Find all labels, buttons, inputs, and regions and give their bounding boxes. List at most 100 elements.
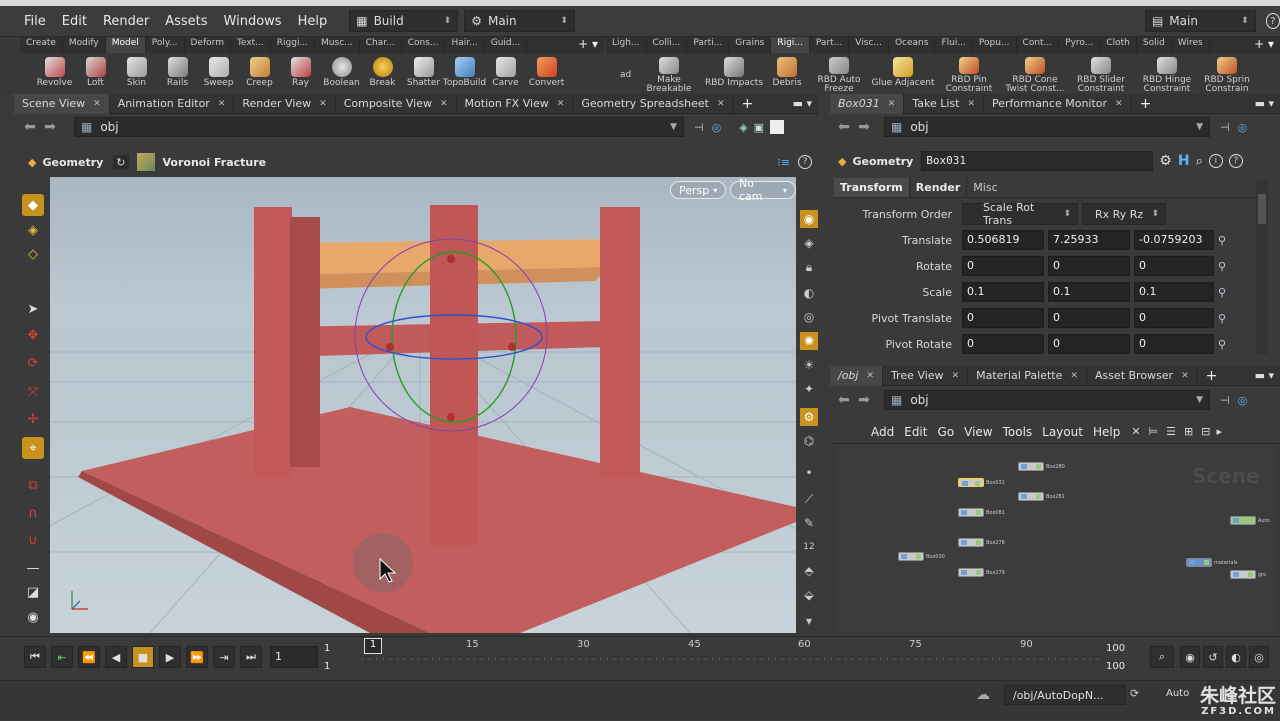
forward-arrow-icon[interactable]: ➡ (854, 119, 874, 135)
uv-icon[interactable]: ⬙ (800, 586, 818, 604)
network-editor[interactable]: Scene Box031 Box280 Box281 Box081 Box278… (836, 446, 1276, 632)
shelf-tab[interactable]: Create (20, 37, 63, 53)
subtab-misc[interactable]: Misc (966, 178, 1003, 197)
tree-icon[interactable]: ⊨ (1149, 425, 1159, 438)
handle-tool-icon[interactable]: ⌖ (22, 437, 44, 459)
pin-icon[interactable]: ⊣ (1220, 394, 1230, 407)
pivot-rotate-z-field[interactable]: 0 (1134, 334, 1214, 354)
node-box031[interactable]: Box031 (958, 478, 1005, 487)
shadow-icon[interactable]: ✦ (800, 380, 818, 398)
shelf-tab[interactable]: Pyro... (1059, 37, 1101, 53)
end-frame-secondary[interactable]: 100 (1106, 661, 1125, 672)
tab-performance-monitor[interactable]: Performance Monitor ✕ (984, 93, 1132, 114)
channel-icon[interactable]: ⚲ (1218, 312, 1226, 325)
shelf-tab[interactable]: Wires (1172, 37, 1210, 53)
global-anim-icon[interactable]: ◎ (1249, 646, 1269, 668)
channel-icon[interactable]: ⚲ (1218, 338, 1226, 351)
subtab-render[interactable]: Render (908, 178, 967, 197)
close-icon[interactable]: ✕ (717, 99, 725, 109)
pane-menu-icon[interactable]: ▬ ▾ (1249, 97, 1280, 110)
status-path-field[interactable]: /obj/AutoDopN... (1004, 685, 1126, 705)
scale-tool-icon[interactable]: ⤧ (22, 381, 44, 403)
rotate-x-field[interactable]: 0 (962, 256, 1044, 276)
shelf-tab[interactable]: Cont... (1017, 37, 1060, 53)
ghost-icon[interactable]: ◈ (800, 234, 818, 252)
pivot-translate-y-field[interactable]: 0 (1048, 308, 1130, 328)
shelf-tab[interactable]: Part... (810, 37, 850, 53)
shelf-tab[interactable]: Colli... (647, 37, 688, 53)
tab-scene-view[interactable]: Scene View ✕ (14, 93, 110, 114)
menu-help[interactable]: Help (290, 14, 336, 29)
pivot-rotate-x-field[interactable]: 0 (962, 334, 1044, 354)
back-arrow-icon[interactable]: ⬅ (834, 119, 854, 135)
channel-icon[interactable]: ⚲ (1218, 234, 1226, 247)
scale-z-field[interactable]: 0.1 (1134, 282, 1214, 302)
pane-menu-icon[interactable]: ▬ ▾ (1249, 369, 1280, 382)
menu-go[interactable]: Go (932, 425, 959, 439)
back-arrow-icon[interactable]: ⬅ (20, 119, 40, 135)
rotate-tool-icon[interactable]: ⟳ (22, 352, 44, 374)
close-icon[interactable]: ✕ (1070, 371, 1078, 381)
play-icon[interactable]: ▶ (159, 646, 181, 668)
close-icon[interactable]: ✕ (319, 99, 327, 109)
node-group[interactable]: gro (1230, 570, 1266, 579)
tab-box031[interactable]: Box031 ✕ (830, 93, 905, 114)
start-frame[interactable]: 1 (324, 643, 330, 654)
tab-asset-browser[interactable]: Asset Browser ✕ (1087, 365, 1198, 386)
key-search-icon[interactable]: ⌕ (1150, 646, 1174, 668)
hda-icon[interactable]: H (1178, 153, 1190, 169)
tool-rbd-impacts[interactable]: RBD Impacts (702, 54, 766, 94)
tab-obj[interactable]: /obj ✕ (830, 365, 884, 386)
node-box279[interactable]: Box279 (958, 568, 1005, 577)
menu-add[interactable]: Add (866, 425, 899, 439)
tab-geometry-spreadsheet[interactable]: Geometry Spreadsheet ✕ (573, 93, 734, 114)
tab-take-list[interactable]: Take List ✕ (904, 93, 985, 114)
timeline-track[interactable]: 1 15 30 45 60 75 90 (362, 638, 1100, 673)
menu-edit[interactable]: Edit (899, 425, 932, 439)
shelf-tab[interactable]: Poly... (146, 37, 185, 53)
shelf-tab[interactable]: Flui... (935, 37, 973, 53)
close-icon[interactable]: ✕ (440, 99, 448, 109)
close-icon[interactable]: ✕ (888, 99, 896, 109)
play-reverse-icon[interactable]: ◀ (105, 646, 127, 668)
scene-viewport[interactable]: Persp ▾ No cam ▾ (50, 177, 796, 633)
shelf-tab[interactable]: Char... (360, 37, 402, 53)
viewport-layout-icon[interactable] (770, 120, 785, 134)
tool-creep[interactable]: Creep (239, 54, 280, 94)
tab-render-view[interactable]: Render View ✕ (234, 93, 336, 114)
node-box081[interactable]: Box081 (958, 508, 1005, 517)
shelf-tab[interactable]: Oceans (889, 37, 936, 53)
transform-order-dropdown[interactable]: Scale Rot Trans ⬍ (962, 201, 1078, 227)
tab-tree-view[interactable]: Tree View ✕ (883, 365, 969, 386)
jump-start-icon[interactable]: ⏮ (24, 646, 46, 668)
tool-rails[interactable]: Rails (157, 54, 198, 94)
lock-icon[interactable]: 🔒︎ (800, 258, 818, 276)
tool-break[interactable]: Break (362, 54, 403, 94)
back-arrow-icon[interactable]: ⬅ (834, 392, 854, 408)
jump-end-icon[interactable]: ⏭ (240, 646, 262, 668)
search-icon[interactable]: ⌕ (1196, 154, 1203, 169)
normals-icon[interactable]: ⬘ (800, 562, 818, 580)
shelf-tab[interactable]: Text... (231, 37, 271, 53)
tool-glue-adjacent[interactable]: Glue Adjacent (870, 54, 936, 94)
pen-icon[interactable]: ✎ (800, 514, 818, 532)
add-shelf-icon[interactable]: + ▾ (572, 37, 604, 53)
pin-icon[interactable]: ⊣ (694, 121, 704, 134)
magnet-tool-icon[interactable]: ∩ (22, 502, 44, 524)
node-box278[interactable]: Box278 (958, 538, 1005, 547)
shelf-tab[interactable]: Visc... (849, 37, 889, 53)
forward-arrow-icon[interactable]: ➡ (854, 392, 874, 408)
shelf-tab[interactable]: Musc... (315, 37, 360, 53)
step-back-icon[interactable]: ⏪ (78, 646, 100, 668)
shelf-tab[interactable]: Parti... (687, 37, 730, 53)
menu-help[interactable]: Help (1088, 425, 1125, 439)
move-tool-icon[interactable]: ✥ (22, 324, 44, 346)
tab-composite-view[interactable]: Composite View ✕ (336, 93, 457, 114)
help-icon[interactable]: ? (1265, 13, 1280, 29)
tool-ray[interactable]: Ray (280, 54, 321, 94)
select-points-icon[interactable]: ◈ (22, 219, 44, 241)
node-box281[interactable]: Box281 (1018, 492, 1065, 501)
tool-debris[interactable]: Debris (766, 54, 808, 94)
close-icon[interactable]: ✕ (967, 99, 975, 109)
shelf-tab[interactable]: Hair... (445, 37, 485, 53)
